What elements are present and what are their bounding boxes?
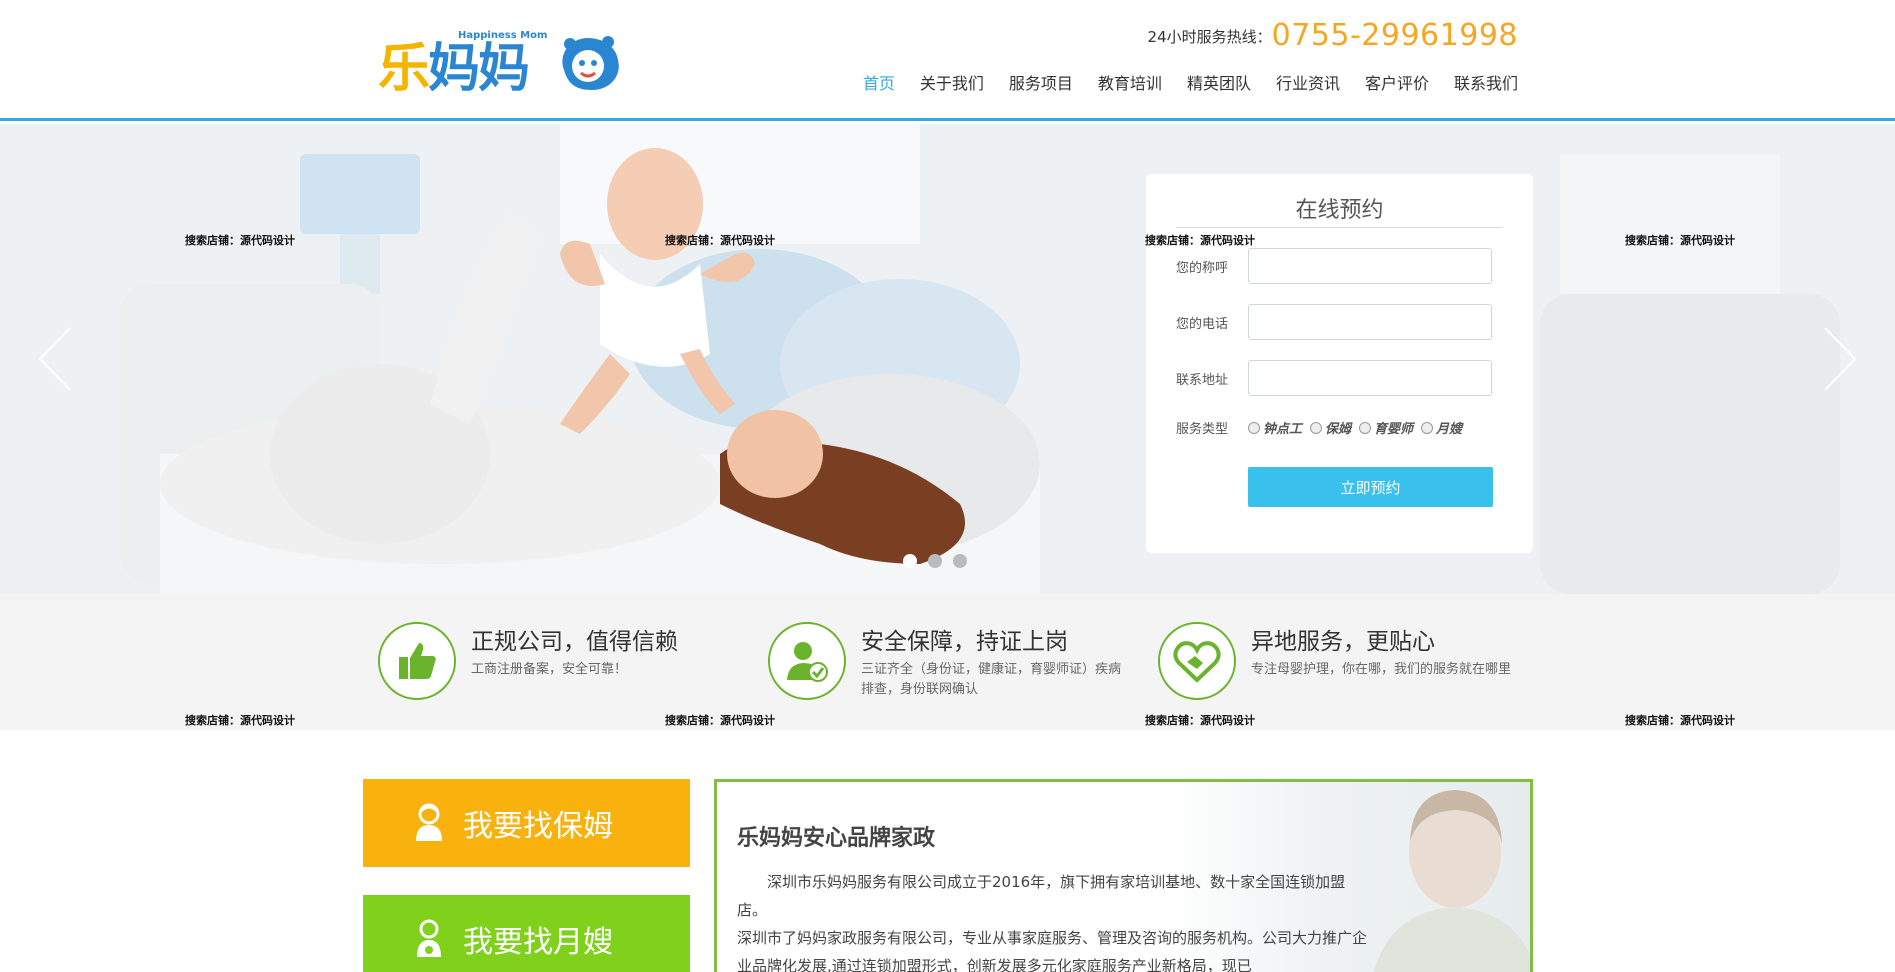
service-type-options: 钟点工 保姆 育婴师 月嫂 xyxy=(1248,418,1462,437)
logo-char-le: 乐 xyxy=(378,39,430,99)
phone-row: 您的电话 xyxy=(1176,304,1492,340)
find-yuesao-button[interactable]: 我要找月嫂 xyxy=(363,895,690,972)
hotline-label: 24小时服务热线： xyxy=(1147,28,1272,46)
address-input[interactable] xyxy=(1248,360,1492,396)
name-row: 您的称呼 xyxy=(1176,248,1492,284)
name-label: 您的称呼 xyxy=(1176,260,1229,276)
prev-slide-icon[interactable] xyxy=(36,324,76,394)
radio-hourly-label: 钟点工 xyxy=(1263,422,1303,437)
logo-char-mama: 妈妈 xyxy=(428,39,530,99)
radio-childcare-label: 育婴师 xyxy=(1374,422,1414,437)
radio-childcare[interactable]: 育婴师 xyxy=(1359,418,1413,437)
next-slide-icon[interactable] xyxy=(1819,324,1859,394)
radio-yuesao[interactable]: 月嫂 xyxy=(1421,418,1462,437)
nav-item-home[interactable]: 首页 xyxy=(863,70,895,94)
booking-form: 在线预约 您的称呼 您的电话 联系地址 服务类型 钟点工 保姆 育婴师 月嫂 立… xyxy=(1146,174,1533,553)
slide-dot-1[interactable] xyxy=(903,554,917,568)
find-nanny-button[interactable]: 我要找保姆 xyxy=(363,779,690,867)
watermark-text: 搜索店铺：源代码设计 xyxy=(1625,234,1735,247)
phone-label: 您的电话 xyxy=(1176,316,1229,332)
nav-item-contact[interactable]: 联系我们 xyxy=(1454,70,1518,94)
hero-banner: 在线预约 您的称呼 您的电话 联系地址 服务类型 钟点工 保姆 育婴师 月嫂 立… xyxy=(0,124,1895,594)
radio-circle-icon[interactable] xyxy=(1310,421,1323,434)
nav-item-reviews[interactable]: 客户评价 xyxy=(1365,70,1429,94)
service-type-row: 服务类型 钟点工 保姆 育婴师 月嫂 xyxy=(1176,418,1462,437)
find-yuesao-label: 我要找月嫂 xyxy=(463,925,613,960)
site-logo[interactable]: 乐妈妈 Happiness Mom xyxy=(378,24,628,99)
radio-hourly[interactable]: 钟点工 xyxy=(1248,418,1302,437)
radio-yuesao-label: 月嫂 xyxy=(1436,422,1463,437)
nav-item-about[interactable]: 关于我们 xyxy=(920,70,984,94)
thumbs-up-icon xyxy=(378,622,456,700)
watermark-text: 搜索店铺：源代码设计 xyxy=(1625,714,1735,727)
watermark-text: 搜索店铺：源代码设计 xyxy=(1145,714,1255,727)
watermark-text: 搜索店铺：源代码设计 xyxy=(665,234,775,247)
feature-remote-title: 异地服务，更贴心 xyxy=(1251,629,1435,655)
feature-remote-desc: 专注母婴护理，你在哪，我们的服务就在哪里 xyxy=(1251,662,1512,677)
intro-title: 乐妈妈安心品牌家政 xyxy=(737,826,936,851)
features-strip: 正规公司，值得信赖 工商注册备案，安全可靠！ 安全保障，持证上岗 三证齐全（身份… xyxy=(0,594,1895,730)
watermark-text: 搜索店铺：源代码设计 xyxy=(185,234,295,247)
nav-item-training[interactable]: 教育培训 xyxy=(1098,70,1162,94)
submit-booking-button[interactable]: 立即预约 xyxy=(1248,467,1493,507)
mascot-icon xyxy=(562,36,619,90)
service-type-label: 服务类型 xyxy=(1176,422,1229,437)
intro-paragraph-1: 深圳市乐妈妈服务有限公司成立于2016年，旗下拥有家培训基地、数十家全国连锁加盟… xyxy=(737,873,1346,919)
verified-person-icon xyxy=(768,622,846,700)
watermark-text: 搜索店铺：源代码设计 xyxy=(665,714,775,727)
brand-intro: 乐妈妈安心品牌家政 深圳市乐妈妈服务有限公司成立于2016年，旗下拥有家培训基地… xyxy=(714,779,1533,972)
nav-item-news[interactable]: 行业资讯 xyxy=(1276,70,1340,94)
hotline: 24小时服务热线：0755-29961998 xyxy=(1148,18,1518,53)
slide-indicator xyxy=(903,554,967,568)
address-label: 联系地址 xyxy=(1176,372,1229,388)
heart-handshake-icon xyxy=(1158,622,1236,700)
name-input[interactable] xyxy=(1248,248,1492,284)
radio-circle-icon[interactable] xyxy=(1248,421,1260,434)
booking-divider xyxy=(1176,227,1503,228)
address-row: 联系地址 xyxy=(1176,360,1492,396)
feature-legit-title: 正规公司，值得信赖 xyxy=(471,629,678,655)
find-nanny-label: 我要找保姆 xyxy=(463,809,613,844)
feature-safety-title: 安全保障，持证上岗 xyxy=(861,629,1068,655)
radio-nanny-label: 保姆 xyxy=(1325,422,1352,437)
logo-subtitle: Happiness Mom xyxy=(458,30,548,41)
radio-circle-icon[interactable] xyxy=(1421,421,1434,434)
site-header: 乐妈妈 Happiness Mom 24小时服务热线：0755-29961998… xyxy=(0,0,1895,121)
nav-item-team[interactable]: 精英团队 xyxy=(1187,70,1251,94)
slide-dot-3[interactable] xyxy=(953,554,967,568)
hero-photo xyxy=(0,124,1895,594)
intro-paragraph-2: 深圳市了妈妈家政服务有限公司，专业从事家庭服务、管理及咨询的服务机构。公司大力推… xyxy=(737,929,1368,972)
yuesao-icon xyxy=(417,919,441,957)
feature-safety-desc: 三证齐全（身份证，健康证，育婴师证）疾病排查，身份联网确认 xyxy=(861,662,1122,697)
radio-nanny[interactable]: 保姆 xyxy=(1310,418,1351,437)
hotline-number[interactable]: 0755-29961998 xyxy=(1272,18,1518,53)
feature-legit-desc: 工商注册备案，安全可靠！ xyxy=(471,662,628,677)
phone-input[interactable] xyxy=(1248,304,1492,340)
watermark-text: 搜索店铺：源代码设计 xyxy=(1145,234,1255,247)
slide-dot-2[interactable] xyxy=(928,554,942,568)
radio-circle-icon[interactable] xyxy=(1359,421,1372,434)
nav-item-services[interactable]: 服务项目 xyxy=(1009,70,1073,94)
watermark-text: 搜索店铺：源代码设计 xyxy=(185,714,295,727)
booking-title: 在线预约 xyxy=(1295,198,1384,223)
main-nav: 首页 关于我们 服务项目 教育培训 精英团队 行业资讯 客户评价 联系我们 xyxy=(863,70,1518,94)
nanny-icon xyxy=(416,803,442,841)
